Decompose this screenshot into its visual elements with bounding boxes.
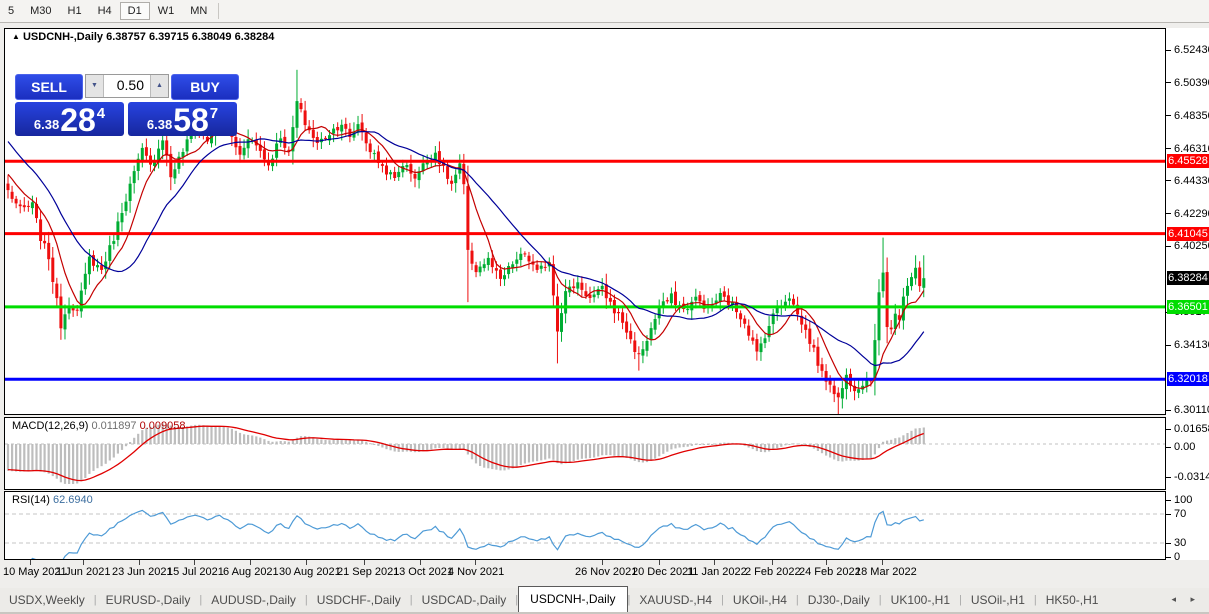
date-axis-tick (306, 560, 307, 565)
rsi-canvas[interactable] (5, 492, 1165, 559)
buy-price-pips: 58 (173, 106, 209, 134)
tab-uk100-h1[interactable]: UK100-,H1 (882, 589, 959, 612)
macd-label: MACD(12,26,9) 0.011897 0.009058 (12, 420, 186, 432)
buy-button[interactable]: BUY (171, 74, 239, 100)
timeframe-button-5[interactable]: 5 (0, 2, 22, 20)
tab-usoil-h1[interactable]: USOil-,H1 (962, 589, 1034, 612)
date-axis-label: 4 Nov 2021 (448, 566, 504, 578)
date-axis-tick (826, 560, 827, 565)
date-axis-label: 2 Feb 2022 (745, 566, 801, 578)
tab-hk50-h1[interactable]: HK50-,H1 (1037, 589, 1108, 612)
rsi-label: RSI(14) 62.6940 (12, 494, 93, 506)
timeframe-toolbar: 5M30H1H4D1W1MN (0, 0, 1209, 23)
date-axis-tick (602, 560, 603, 565)
timeframe-button-mn[interactable]: MN (182, 2, 215, 20)
tab-usdchf-daily[interactable]: USDCHF-,Daily (308, 589, 410, 612)
chart-ohlc: 6.38757 6.39715 6.38049 6.38284 (106, 31, 274, 43)
date-axis-label: 10 May 2021 (3, 566, 67, 578)
buy-price-base: 6.38 (147, 117, 172, 132)
chart-tab-bar: USDX,Weekly|EURUSD-,Daily|AUDUSD-,Daily|… (0, 588, 1209, 614)
date-axis-tick (420, 560, 421, 565)
date-axis-label: 1 Jun 2021 (56, 566, 110, 578)
date-axis-tick (139, 560, 140, 565)
date-axis-tick (659, 560, 660, 565)
date-axis-tick (194, 560, 195, 565)
tab-eurusd-daily[interactable]: EURUSD-,Daily (97, 589, 200, 612)
date-axis-tick (882, 560, 883, 565)
date-axis-tick (475, 560, 476, 565)
timeframe-button-w1[interactable]: W1 (150, 2, 183, 20)
volume-decrease-button[interactable]: ▼ (86, 75, 103, 97)
date-axis-label: 21 Sep 2021 (337, 566, 399, 578)
rsi-value: 62.6940 (53, 494, 93, 506)
date-axis-label: 11 Jan 2022 (687, 566, 747, 578)
date-axis-tick (30, 560, 31, 565)
rsi-indicator-pane[interactable]: RSI(14) 62.6940 (4, 491, 1166, 560)
timeframe-button-d1[interactable]: D1 (120, 2, 150, 20)
price-chart-pane[interactable]: ▲ USDCNH-,Daily 6.38757 6.39715 6.38049 … (4, 28, 1166, 415)
volume-increase-button[interactable]: ▲ (151, 75, 168, 97)
macd-name: MACD(12,26,9) (12, 420, 88, 432)
collapse-arrow-icon[interactable]: ▲ (12, 32, 20, 41)
sell-price-base: 6.38 (34, 117, 59, 132)
timeframe-button-m30[interactable]: M30 (22, 2, 59, 20)
date-axis-tick (364, 560, 365, 565)
date-axis-label: 15 Jul 2021 (167, 566, 224, 578)
buy-price-panel[interactable]: 6.38 58 7 (128, 102, 237, 136)
date-axis-tick (250, 560, 251, 565)
sell-price-pips: 28 (60, 106, 96, 134)
tab-ukoil-h4[interactable]: UKOil-,H4 (724, 589, 796, 612)
tab-usdcad-daily[interactable]: USDCAD-,Daily (413, 589, 516, 612)
date-axis-label: 24 Feb 2022 (799, 566, 861, 578)
chart-symbol: USDCNH-,Daily (23, 31, 103, 43)
tab-usdcnh-daily[interactable]: USDCNH-,Daily (518, 586, 627, 612)
macd-indicator-pane[interactable]: MACD(12,26,9) 0.011897 0.009058 (4, 417, 1166, 490)
rsi-name: RSI(14) (12, 494, 50, 506)
date-axis-label: 18 Mar 2022 (855, 566, 917, 578)
macd-signal-value: 0.009058 (140, 420, 186, 432)
timeframe-button-h4[interactable]: H4 (90, 2, 120, 20)
date-axis-tick (714, 560, 715, 565)
chart-title: ▲ USDCNH-,Daily 6.38757 6.39715 6.38049 … (12, 31, 274, 43)
volume-spinner: ▼ 0.50 ▲ (85, 74, 169, 98)
date-axis-tick (772, 560, 773, 565)
sell-price-panel[interactable]: 6.38 28 4 (15, 102, 124, 136)
tab-audusd-daily[interactable]: AUDUSD-,Daily (202, 589, 305, 612)
timeframe-button-h1[interactable]: H1 (60, 2, 90, 20)
date-axis-label: 23 Jun 2021 (112, 566, 173, 578)
sell-button[interactable]: SELL (15, 74, 83, 100)
buy-price-fraction: 7 (210, 105, 218, 122)
date-axis-label: 30 Aug 2021 (279, 566, 341, 578)
macd-value: 0.011897 (91, 420, 136, 432)
toolbar-separator (218, 3, 219, 19)
price-axis-column[interactable] (1166, 28, 1209, 560)
date-axis-label: 6 Aug 2021 (223, 566, 279, 578)
tab-xauusd-h4[interactable]: XAUUSD-,H4 (630, 589, 721, 612)
volume-input[interactable]: 0.50 (103, 75, 151, 97)
one-click-trade-widget: SELL ▼ 0.50 ▲ BUY 6.38 28 4 6.38 58 7 (15, 74, 239, 136)
date-axis-tick (83, 560, 84, 565)
date-axis-label: 26 Nov 2021 (575, 566, 637, 578)
date-axis-label: 13 Oct 2021 (393, 566, 453, 578)
tab-dj30-daily[interactable]: DJ30-,Daily (799, 589, 879, 612)
date-axis-label: 20 Dec 2021 (632, 566, 694, 578)
tab-usdx-weekly[interactable]: USDX,Weekly (0, 589, 94, 612)
tab-scroll-arrows[interactable]: ◂ ▸ (1171, 594, 1209, 612)
sell-price-fraction: 4 (97, 105, 105, 122)
